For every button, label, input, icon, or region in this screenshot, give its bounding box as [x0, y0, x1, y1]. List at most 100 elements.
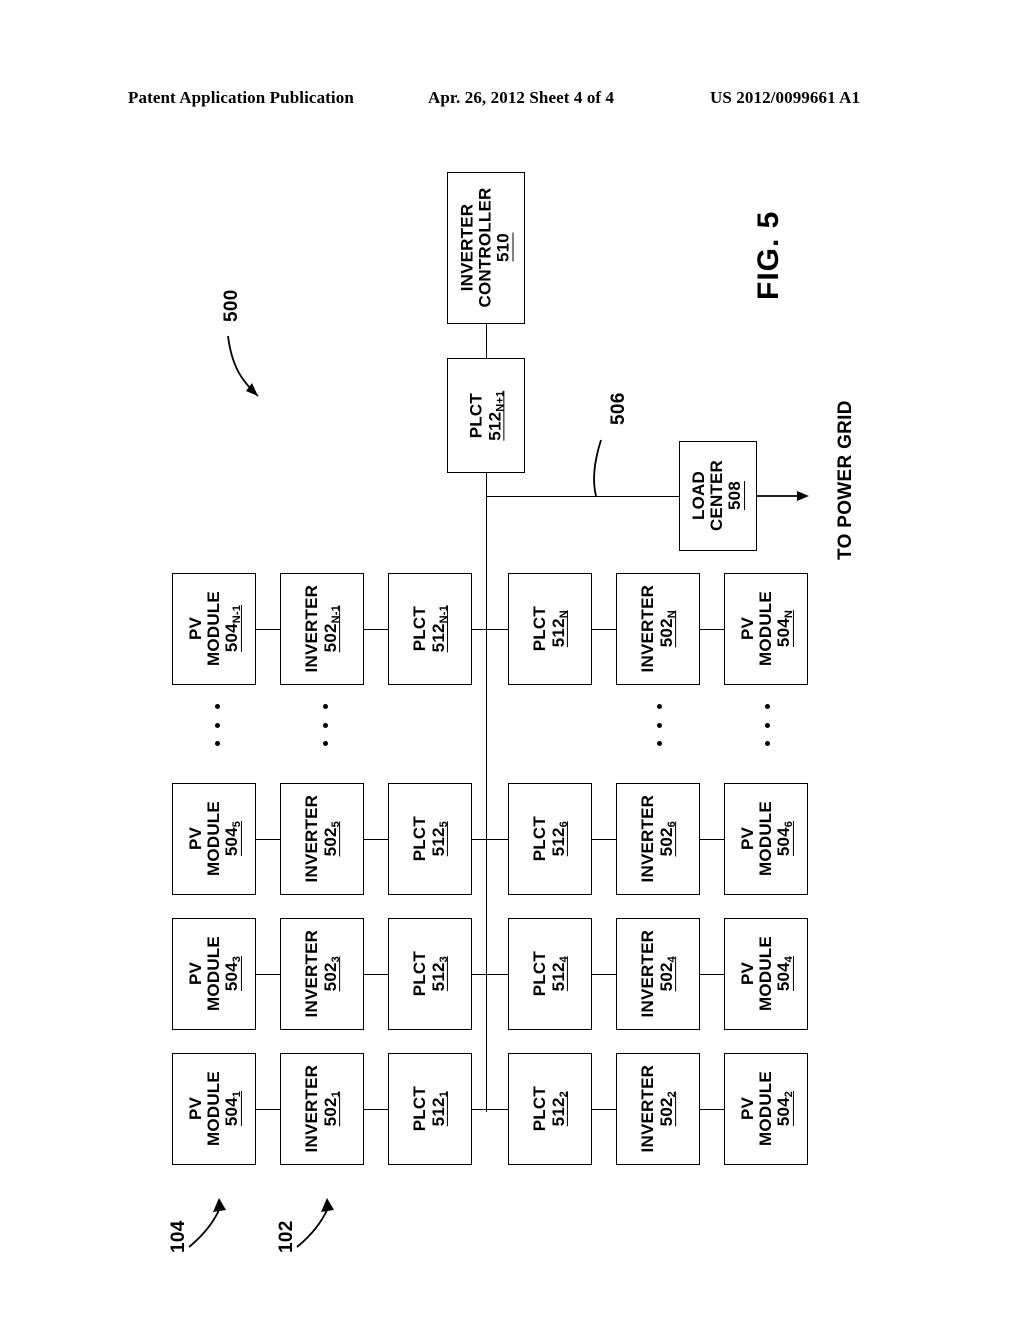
plct-sub: 5 [438, 821, 450, 828]
figure-label: FIG. 5 [752, 210, 785, 300]
plct-line1: PLCT [410, 951, 430, 997]
wire-row0-3-4 [592, 629, 616, 630]
inverter-line1: INVERTER [302, 1065, 322, 1153]
inverter-sub: 1 [330, 1091, 342, 1098]
inverter-line1: INVERTER [638, 930, 658, 1018]
inverter-line1: INVERTER [638, 1065, 658, 1153]
plct-line1: PLCT [410, 1086, 430, 1132]
pv-module-ref: 504 [221, 827, 241, 857]
wire-row0-left-plct-to-bus [472, 629, 486, 630]
wire-row3-right-plct-to-bus [486, 1109, 508, 1110]
pv-module-ref: 504 [221, 623, 241, 653]
plct-ref: 512 [429, 962, 448, 992]
ref-104: 104 [168, 1220, 189, 1253]
block-pv-module-504-3: PV MODULE 5043 [172, 918, 256, 1030]
block-inverter-502-N: INVERTER 502N [616, 573, 700, 685]
pv-module-line1: PV [185, 617, 205, 641]
pv-module-line2: MODULE [755, 591, 775, 667]
pv-module-line1: PV [737, 827, 757, 851]
plct-ref: 512 [549, 827, 568, 857]
pv-module-line1: PV [185, 827, 205, 851]
inverter-ref: 502 [657, 1097, 676, 1127]
wire-row3-1-2 [364, 1109, 388, 1110]
inverter-ref: 502 [321, 827, 340, 857]
pv-module-line1: PV [737, 617, 757, 641]
block-plct-512-1: PLCT 5121 [388, 1053, 472, 1165]
inverter-line1: INVERTER [638, 795, 658, 883]
wire-row3-0-1 [256, 1109, 280, 1110]
block-plct-512-6: PLCT 5126 [508, 783, 592, 895]
plct-line1: PLCT [530, 951, 550, 997]
wire-row2-3-4 [592, 974, 616, 975]
plct-line1: PLCT [410, 606, 430, 652]
block-load-center: LOAD CENTER 508 [679, 441, 757, 551]
block-pv-module-504-6: PV MODULE 5046 [724, 783, 808, 895]
block-plct-512-3: PLCT 5123 [388, 918, 472, 1030]
inverter-ref: 502 [321, 623, 340, 653]
pv-module-line2: MODULE [755, 936, 775, 1012]
pv-module-line1: PV [185, 1097, 205, 1121]
header-patent-number: US 2012/0099661 A1 [710, 88, 861, 107]
inverter-sub: 5 [330, 821, 342, 828]
block-pv-module-504-4: PV MODULE 5044 [724, 918, 808, 1030]
inverter-sub: N [666, 610, 678, 619]
ellipsis-inverter-left [323, 704, 328, 746]
header-publication-type: Patent Application Publication [128, 88, 354, 107]
ellipsis-pv-left [215, 704, 220, 746]
block-plct-512-2: PLCT 5122 [508, 1053, 592, 1165]
arrowhead-104 [213, 1198, 226, 1212]
block-pv-module-504-5: PV MODULE 5045 [172, 783, 256, 895]
pv-module-ref: 504 [773, 618, 793, 648]
inverter-sub: 6 [666, 821, 678, 828]
wire-row0-1-2 [364, 629, 388, 630]
arrowhead-102 [321, 1198, 334, 1212]
wire-row1-3-4 [592, 839, 616, 840]
pv-module-line1: PV [737, 962, 757, 986]
leader-506 [593, 439, 602, 497]
wire-row1-1-2 [364, 839, 388, 840]
leader-500 [227, 335, 259, 397]
pv-module-ref: 504 [773, 962, 793, 992]
wire-row1-right-plct-to-bus [486, 839, 508, 840]
arrowhead-power-grid [797, 491, 809, 501]
pv-module-line2: MODULE [203, 936, 223, 1012]
bus-vertical-main [486, 473, 487, 1112]
header-date-sheet: Apr. 26, 2012 Sheet 4 of 4 [428, 88, 615, 107]
ref-102: 102 [276, 1220, 297, 1253]
wire-row1-left-plct-to-bus [472, 839, 486, 840]
inverter-ref: 502 [657, 827, 676, 857]
block-inverter-502-6: INVERTER 5026 [616, 783, 700, 895]
publication-header: Patent Application Publication Apr. 26, … [0, 88, 1024, 114]
ellipsis-pv-right [765, 704, 770, 746]
pv-module-ref: 504 [773, 827, 793, 857]
wire-row3-3-4 [592, 1109, 616, 1110]
plct-line1: PLCT [410, 816, 430, 862]
wire-row0-4-5 [700, 629, 724, 630]
load-center-line1: LOAD [689, 471, 709, 521]
plct-sub: 3 [438, 956, 450, 963]
plct-sub: 6 [558, 821, 570, 828]
block-inverter-502-N-1: INVERTER 502N-1 [280, 573, 364, 685]
block-inverter-controller: INVERTER CONTROLLER 510 [447, 172, 525, 324]
leader-104 [188, 1207, 221, 1248]
pv-module-sub: 2 [782, 1091, 795, 1098]
wire-row2-4-5 [700, 974, 724, 975]
pv-module-sub: 5 [230, 821, 243, 828]
pv-module-sub: N-1 [230, 605, 243, 624]
inverter-controller-ref: 510 [493, 233, 513, 263]
wire-controller-to-plct [486, 324, 487, 358]
block-inverter-502-4: INVERTER 5024 [616, 918, 700, 1030]
inverter-line1: INVERTER [302, 795, 322, 883]
load-center-line2: CENTER [707, 460, 727, 532]
pv-module-line2: MODULE [203, 591, 223, 667]
inverter-sub: 4 [666, 956, 678, 963]
pv-module-line1: PV [185, 962, 205, 986]
wire-row2-left-plct-to-bus [472, 974, 486, 975]
inverter-ref: 502 [657, 618, 676, 648]
inverter-controller-line2: CONTROLLER [475, 187, 495, 309]
block-pv-module-504-N: PV MODULE 504N [724, 573, 808, 685]
inverter-controller-line1: INVERTER [457, 204, 477, 292]
plct-line1: PLCT [530, 606, 550, 652]
wire-row2-1-2 [364, 974, 388, 975]
inverter-line1: INVERTER [302, 585, 322, 673]
